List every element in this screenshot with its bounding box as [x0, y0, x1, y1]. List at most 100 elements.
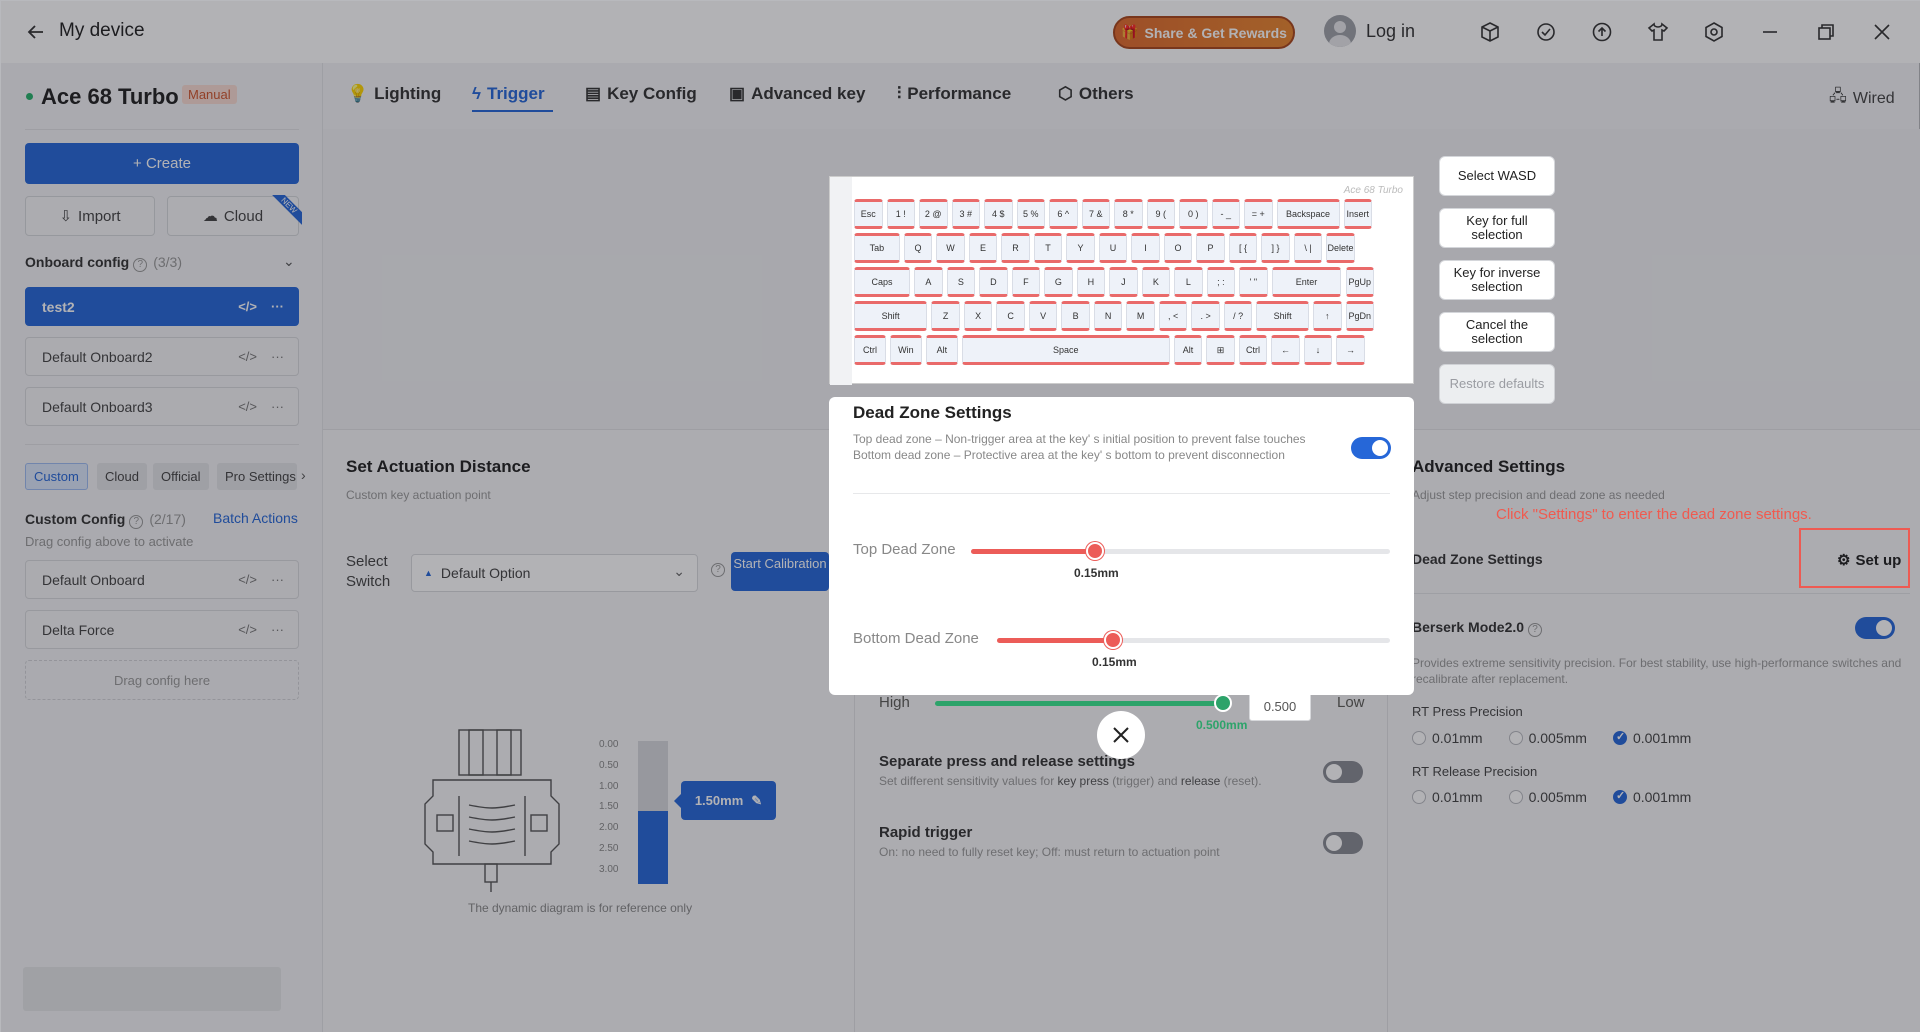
- keyboard-preview: Ace 68 Turbo Esc 1 ! 2 @3 #4 $5 % 6 ^ 7 & 8 *…: [829, 176, 1414, 385]
- keyboard-key[interactable]: Shift: [854, 301, 928, 331]
- app-window: My device 🎁 Share & Get Rewards Log in A…: [0, 0, 1920, 1032]
- modal-title: Dead Zone Settings: [853, 403, 1012, 422]
- bottom-dead-zone-knob[interactable]: [1104, 631, 1122, 649]
- keyboard-key[interactable]: ←: [1271, 335, 1300, 365]
- sensitivity-slider-knob[interactable]: [1214, 694, 1232, 712]
- keyboard-key[interactable]: Insert: [1343, 199, 1372, 229]
- full-selection-button[interactable]: Key for full selection: [1439, 208, 1555, 248]
- keyboard-key[interactable]: S: [946, 267, 976, 297]
- bottom-dead-zone-value: 0.15mm: [1092, 655, 1137, 669]
- sensitivity-value: 0.500mm: [1196, 718, 1248, 732]
- keyboard-key[interactable]: M: [1126, 301, 1155, 331]
- keyboard-key[interactable]: 3 #: [951, 199, 980, 229]
- keyboard-key[interactable]: 7 &: [1081, 199, 1110, 229]
- sensitivity-slider-track[interactable]: [935, 701, 1225, 706]
- keyboard-key[interactable]: Backspace: [1276, 199, 1340, 229]
- keyboard-key[interactable]: 2 @: [919, 199, 948, 229]
- keyboard-key[interactable]: K: [1141, 267, 1171, 297]
- keyboard-key[interactable]: PgUp: [1345, 267, 1374, 297]
- keyboard-key[interactable]: Win: [889, 335, 922, 365]
- keyboard-logo: Ace 68 Turbo: [1343, 185, 1403, 196]
- close-icon: [1113, 727, 1129, 743]
- restore-defaults-button[interactable]: Restore defaults: [1439, 364, 1555, 404]
- dead-zone-toggle[interactable]: [1351, 437, 1391, 459]
- keyboard-key[interactable]: D: [979, 267, 1008, 297]
- keyboard-side-strip: [830, 177, 852, 385]
- keyboard-key[interactable]: ↓: [1303, 335, 1333, 365]
- modal-close-button[interactable]: [1097, 711, 1145, 759]
- keyboard-key[interactable]: L: [1174, 267, 1203, 297]
- keyboard-key[interactable]: , <: [1158, 301, 1188, 331]
- keyboard-key[interactable]: H: [1076, 267, 1106, 297]
- low-label: Low: [1337, 694, 1365, 711]
- select-wasd-button[interactable]: Select WASD: [1439, 156, 1555, 196]
- keyboard-key[interactable]: PgDn: [1345, 301, 1374, 331]
- keyboard-key[interactable]: - _: [1211, 199, 1240, 229]
- divider: [853, 493, 1390, 494]
- top-dead-zone-label: Top Dead Zone: [853, 541, 956, 558]
- top-dead-zone-fill: [971, 549, 1095, 554]
- modal-description: Top dead zone – Non-trigger area at the …: [853, 432, 1306, 462]
- keyboard-key[interactable]: Ctrl: [1238, 335, 1268, 365]
- cancel-selection-button[interactable]: Cancel the selection: [1439, 312, 1555, 352]
- keyboard-key[interactable]: X: [963, 301, 993, 331]
- sensitivity-input[interactable]: 0.500: [1249, 691, 1311, 721]
- keyboard-key[interactable]: W: [936, 233, 965, 263]
- keyboard-key[interactable]: Q: [903, 233, 933, 263]
- keyboard-key[interactable]: Shift: [1256, 301, 1309, 331]
- keyboard-key[interactable]: Alt: [925, 335, 958, 365]
- keyboard-key[interactable]: 8 *: [1114, 199, 1143, 229]
- keyboard-key[interactable]: 9 (: [1146, 199, 1175, 229]
- keyboard-key[interactable]: F: [1011, 267, 1041, 297]
- keyboard-key[interactable]: Caps: [854, 267, 911, 297]
- keyboard-key[interactable]: 1 !: [886, 199, 915, 229]
- keyboard-key[interactable]: J: [1109, 267, 1138, 297]
- keyboard-key[interactable]: A: [914, 267, 943, 297]
- annotation-text: Click "Settings" to enter the dead zone …: [1496, 506, 1812, 523]
- keyboard-key[interactable]: U: [1098, 233, 1128, 263]
- keyboard-key[interactable]: B: [1061, 301, 1090, 331]
- keyboard-key[interactable]: O: [1163, 233, 1193, 263]
- keyboard-key[interactable]: →: [1336, 335, 1365, 365]
- keyboard-key[interactable]: 5 %: [1016, 199, 1045, 229]
- keyboard-key[interactable]: ] }: [1261, 233, 1290, 263]
- keyboard-key[interactable]: E: [968, 233, 998, 263]
- top-dead-zone-knob[interactable]: [1086, 542, 1104, 560]
- keyboard-key[interactable]: Z: [931, 301, 960, 331]
- keyboard-key[interactable]: \ |: [1293, 233, 1323, 263]
- keyboard-key[interactable]: 4 $: [984, 199, 1013, 229]
- keyboard-key[interactable]: = +: [1244, 199, 1273, 229]
- keyboard-key[interactable]: Enter: [1271, 267, 1342, 297]
- keyboard-key[interactable]: ' ": [1239, 267, 1268, 297]
- keyboard-key[interactable]: Ctrl: [854, 335, 886, 365]
- keyboard-key[interactable]: Tab: [854, 233, 900, 263]
- keyboard-key[interactable]: T: [1033, 233, 1063, 263]
- keyboard-key[interactable]: G: [1044, 267, 1073, 297]
- keyboard-key[interactable]: Esc: [854, 199, 883, 229]
- top-dead-zone-value: 0.15mm: [1074, 566, 1119, 580]
- keyboard-key[interactable]: ⊞: [1206, 335, 1235, 365]
- keyboard-key[interactable]: R: [1001, 233, 1030, 263]
- keyboard-key[interactable]: Space: [961, 335, 1170, 365]
- keyboard-key[interactable]: 0 ): [1179, 199, 1208, 229]
- keyboard-key[interactable]: N: [1093, 301, 1123, 331]
- keyboard-key[interactable]: ; :: [1206, 267, 1236, 297]
- keyboard-key[interactable]: / ?: [1223, 301, 1253, 331]
- keyboard-key[interactable]: V: [1028, 301, 1058, 331]
- keyboard-key[interactable]: P: [1196, 233, 1225, 263]
- bottom-dead-zone-fill: [997, 638, 1113, 643]
- inverse-selection-button[interactable]: Key for inverse selection: [1439, 260, 1555, 300]
- keyboard-key[interactable]: [ {: [1228, 233, 1258, 263]
- high-label: High: [879, 694, 910, 711]
- keyboard-key[interactable]: Y: [1066, 233, 1095, 263]
- dead-zone-modal: Dead Zone Settings Top dead zone – Non-t…: [829, 397, 1414, 695]
- keyboard-key[interactable]: Delete: [1326, 233, 1355, 263]
- bottom-dead-zone-label: Bottom Dead Zone: [853, 630, 979, 647]
- keyboard-key[interactable]: ↑: [1313, 301, 1342, 331]
- keyboard-key[interactable]: I: [1131, 233, 1160, 263]
- annotation-highlight: [1799, 528, 1910, 588]
- keyboard-key[interactable]: 6 ^: [1049, 199, 1078, 229]
- keyboard-key[interactable]: . >: [1191, 301, 1220, 331]
- keyboard-key[interactable]: Alt: [1173, 335, 1203, 365]
- keyboard-key[interactable]: C: [996, 301, 1025, 331]
